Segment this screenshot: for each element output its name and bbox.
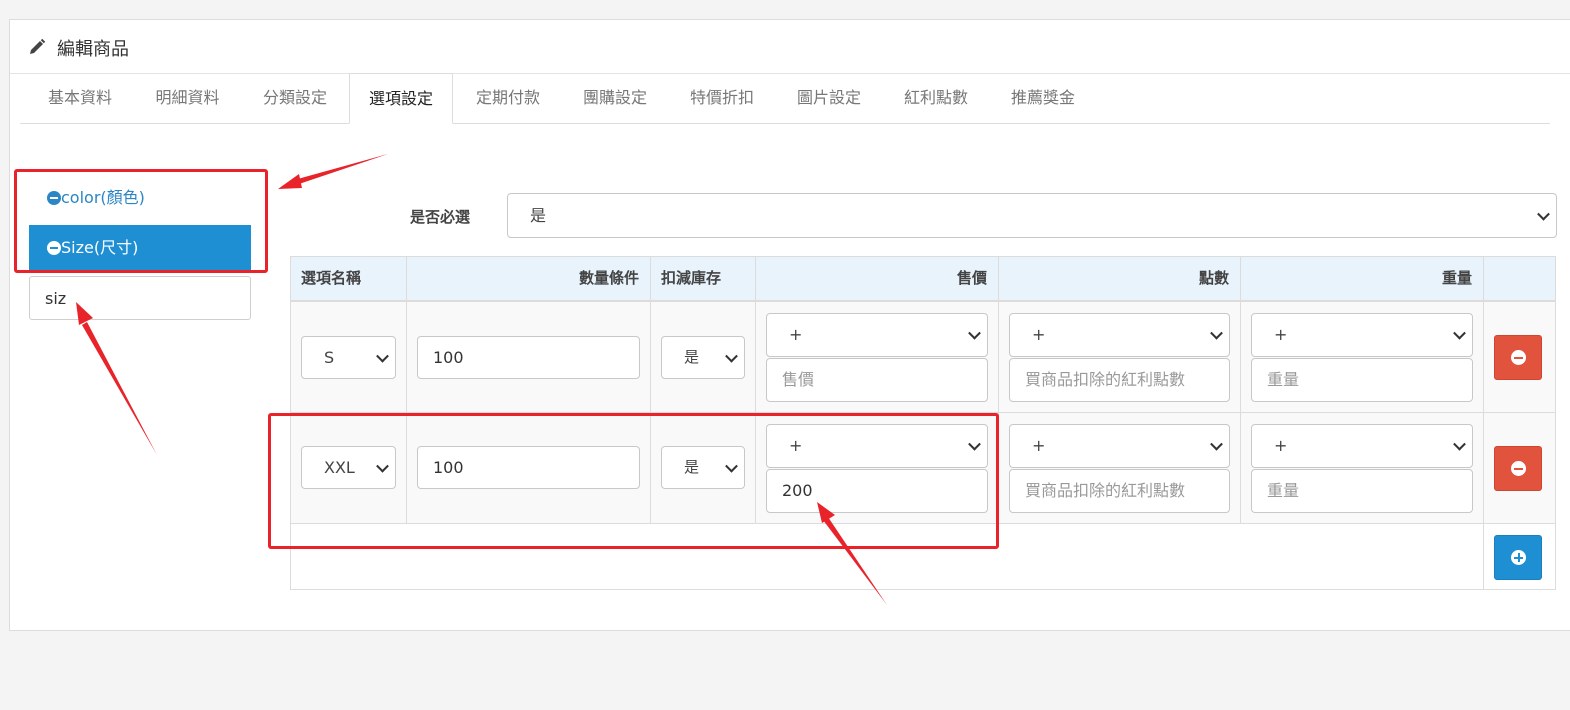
annotation-arrows	[76, 154, 887, 605]
